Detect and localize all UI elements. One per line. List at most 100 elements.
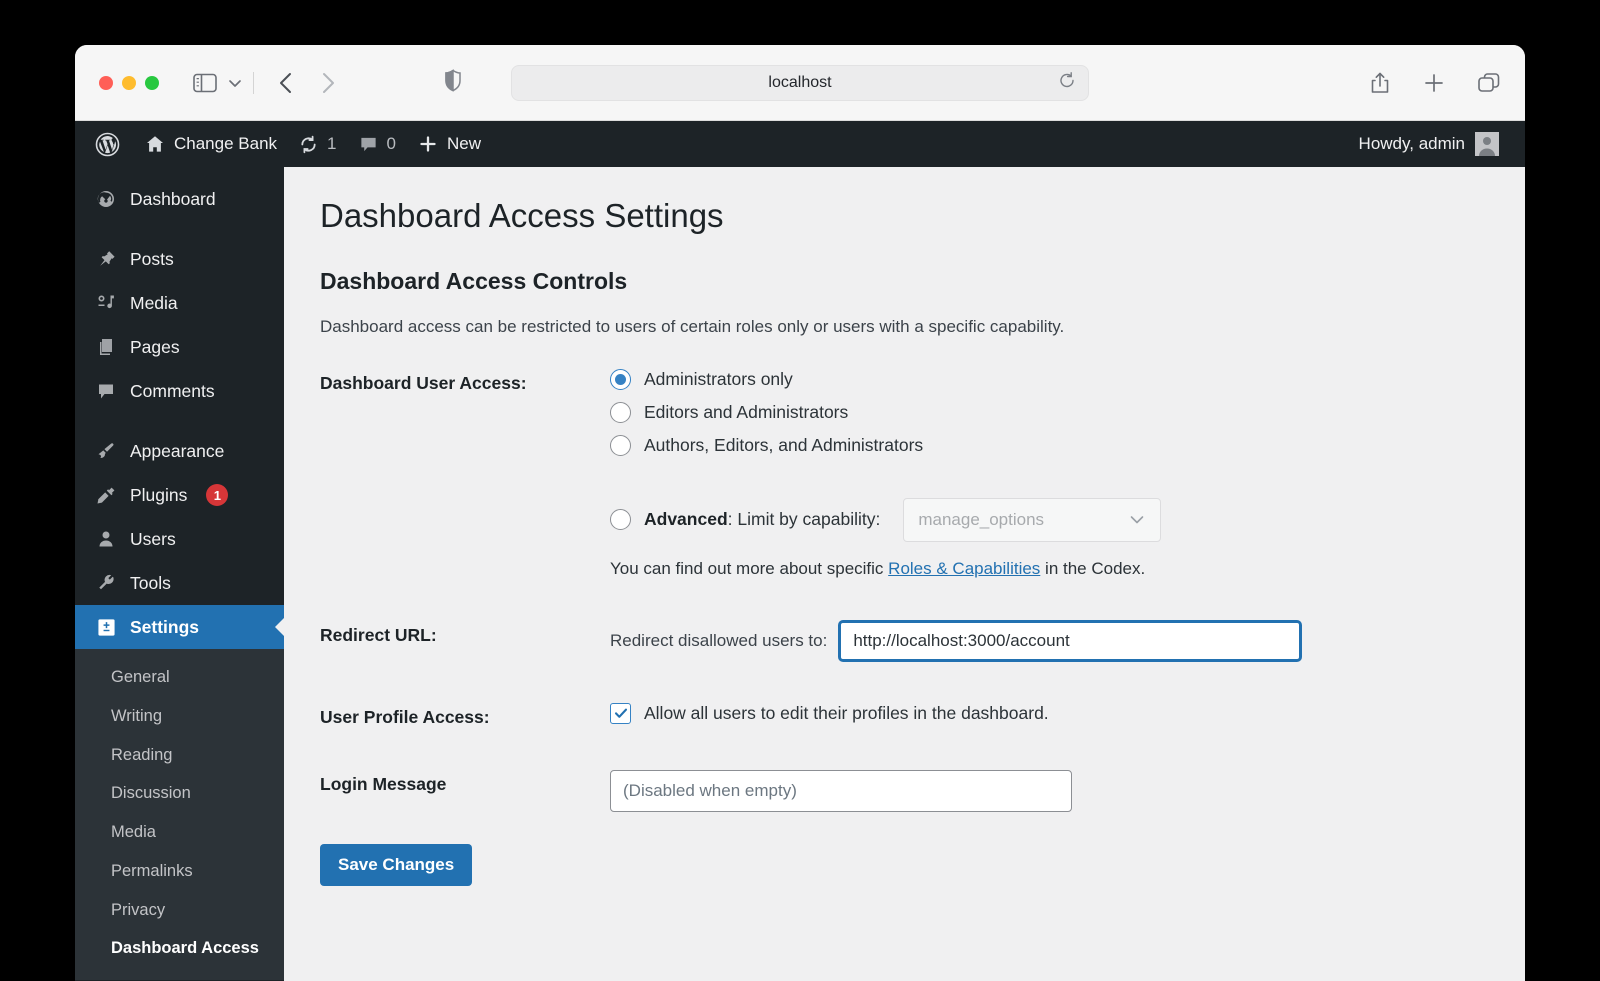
- minimize-window-button[interactable]: [122, 76, 136, 90]
- radio-indicator[interactable]: [610, 435, 631, 456]
- submenu-item-reading[interactable]: Reading: [75, 736, 284, 775]
- sidebar-item-comments[interactable]: Comments: [75, 369, 284, 413]
- sidebar-item-plugins[interactable]: Plugins 1: [75, 473, 284, 517]
- wrench-icon: [95, 573, 117, 593]
- new-content-menu[interactable]: New: [407, 121, 492, 167]
- account-menu[interactable]: Howdy, admin: [1359, 132, 1505, 156]
- sidebar-item-label: Posts: [130, 249, 174, 270]
- sidebar-item-tools[interactable]: Tools: [75, 561, 284, 605]
- browser-toolbar: localhost: [75, 45, 1525, 121]
- sidebar-item-users[interactable]: Users: [75, 517, 284, 561]
- chevron-down-icon[interactable]: [227, 77, 243, 89]
- sidebar-toggle-icon[interactable]: [193, 73, 217, 93]
- sidebar-item-posts[interactable]: Posts: [75, 237, 284, 281]
- redirect-url-input[interactable]: [839, 621, 1301, 661]
- submenu-item-writing[interactable]: Writing: [75, 697, 284, 736]
- codex-note: You can find out more about specific Rol…: [610, 559, 1489, 579]
- home-icon: [145, 134, 165, 154]
- radio-label: Administrators only: [644, 369, 793, 390]
- browser-actions: [1369, 71, 1501, 95]
- sidebar-item-settings[interactable]: Settings: [75, 605, 284, 649]
- back-arrow-icon[interactable]: [278, 71, 294, 95]
- tabs-overview-icon[interactable]: [1477, 72, 1501, 94]
- redirect-url-field: Redirect disallowed users to:: [610, 621, 1489, 661]
- page-title: Dashboard Access Settings: [320, 195, 1489, 238]
- sidebar-item-media[interactable]: Media: [75, 281, 284, 325]
- url-input[interactable]: localhost: [511, 65, 1089, 101]
- settings-content: Dashboard Access Settings Dashboard Acce…: [284, 167, 1525, 981]
- allow-profile-edit-checkbox-row[interactable]: Allow all users to edit their profiles i…: [610, 703, 1489, 724]
- radio-indicator[interactable]: [610, 402, 631, 423]
- save-changes-button[interactable]: Save Changes: [320, 844, 472, 886]
- advanced-bold-label: Advanced: [644, 509, 728, 529]
- submenu-item-general[interactable]: General: [75, 658, 284, 697]
- screen: localhost: [0, 0, 1600, 981]
- radio-option-advanced[interactable]: [610, 509, 631, 530]
- dashboard-user-access-field: Administrators only Editors and Administ…: [610, 369, 1489, 579]
- radio-option-authors-editors-administrators[interactable]: Authors, Editors, and Administrators: [610, 435, 1489, 456]
- site-name-menu[interactable]: Change Bank: [134, 121, 288, 167]
- dashboard-user-access-row: Dashboard User Access: Administrators on…: [320, 369, 1489, 579]
- user-profile-access-field: Allow all users to edit their profiles i…: [610, 703, 1489, 724]
- site-name-label: Change Bank: [174, 121, 277, 167]
- sidebar-item-label: Pages: [130, 337, 180, 358]
- login-message-input[interactable]: [610, 770, 1072, 812]
- user-icon: [95, 529, 117, 549]
- submenu-item-permalinks[interactable]: Permalinks: [75, 852, 284, 891]
- settings-icon: [95, 618, 117, 637]
- sidebar-item-dashboard[interactable]: Dashboard: [75, 177, 284, 221]
- wp-admin-bar: Change Bank 1 0: [75, 121, 1525, 167]
- howdy-label: Howdy, admin: [1359, 134, 1465, 154]
- media-icon: [95, 293, 117, 313]
- submenu-item-media[interactable]: Media: [75, 813, 284, 852]
- sidebar-item-label: Plugins: [130, 485, 187, 506]
- plus-icon: [418, 134, 438, 154]
- radio-label: Authors, Editors, and Administrators: [644, 435, 923, 456]
- close-window-button[interactable]: [99, 76, 113, 90]
- sidebar-item-label: Tools: [130, 573, 171, 594]
- sidebar-item-label: Media: [130, 293, 178, 314]
- comment-icon: [95, 381, 117, 401]
- sidebar-item-appearance[interactable]: Appearance: [75, 429, 284, 473]
- sidebar-item-label: Comments: [130, 381, 215, 402]
- redirect-url-row: Redirect URL: Redirect disallowed users …: [320, 621, 1489, 661]
- comments-count: 0: [387, 121, 396, 167]
- radio-option-administrators-only[interactable]: Administrators only: [610, 369, 1489, 390]
- browser-window: localhost: [75, 45, 1525, 981]
- redirect-url-label: Redirect URL:: [320, 621, 610, 646]
- checkbox-label: Allow all users to edit their profiles i…: [644, 703, 1049, 724]
- submenu-item-privacy[interactable]: Privacy: [75, 891, 284, 930]
- radio-indicator[interactable]: [610, 369, 631, 390]
- dashboard-icon: [95, 189, 117, 209]
- plus-icon[interactable]: [1423, 72, 1445, 94]
- wordpress-logo-icon[interactable]: [91, 121, 134, 167]
- reload-icon[interactable]: [1058, 71, 1076, 94]
- login-message-label: Login Message: [320, 770, 610, 795]
- capability-select[interactable]: manage_options: [903, 498, 1161, 542]
- share-icon[interactable]: [1369, 71, 1391, 95]
- forward-arrow-icon[interactable]: [320, 71, 336, 95]
- advanced-capability-row: Advanced: Limit by capability: manage_op…: [610, 498, 1489, 542]
- redirect-inline-label: Redirect disallowed users to:: [610, 631, 827, 651]
- radio-option-editors-administrators[interactable]: Editors and Administrators: [610, 402, 1489, 423]
- submenu-item-discussion[interactable]: Discussion: [75, 774, 284, 813]
- wp-admin-sidebar: Dashboard Posts: [75, 167, 284, 981]
- sidebar-divider: [75, 221, 284, 237]
- advanced-rest-label: : Limit by capability:: [728, 509, 881, 529]
- window-traffic-lights[interactable]: [99, 76, 159, 90]
- codex-note-before: You can find out more about specific: [610, 559, 888, 578]
- sidebar-divider: [75, 413, 284, 429]
- submenu-item-dashboard-access[interactable]: Dashboard Access: [75, 929, 284, 968]
- new-label: New: [447, 121, 481, 167]
- maximize-window-button[interactable]: [145, 76, 159, 90]
- sidebar-item-label: Appearance: [130, 441, 224, 462]
- comments-menu[interactable]: 0: [348, 121, 407, 167]
- plug-icon: [95, 485, 117, 505]
- updates-menu[interactable]: 1: [288, 121, 347, 167]
- checkbox-indicator[interactable]: [610, 703, 631, 724]
- roles-capabilities-link[interactable]: Roles & Capabilities: [888, 559, 1040, 578]
- sidebar-item-pages[interactable]: Pages: [75, 325, 284, 369]
- shield-icon[interactable]: [443, 68, 463, 97]
- spacer: [320, 820, 1489, 844]
- codex-note-after: in the Codex.: [1040, 559, 1145, 578]
